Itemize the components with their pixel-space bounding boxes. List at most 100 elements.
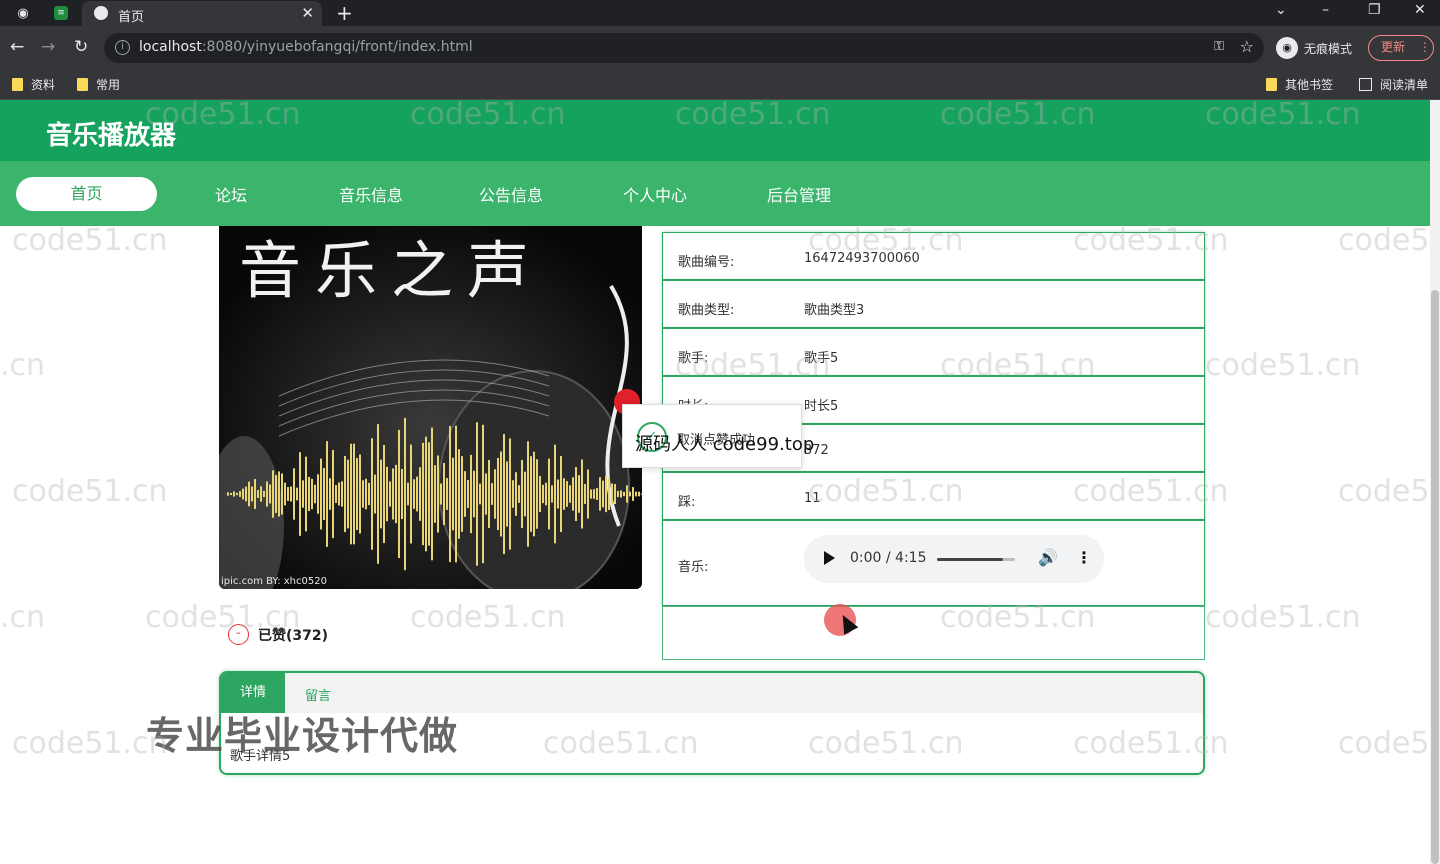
reading-list-icon (1359, 78, 1372, 91)
incognito-indicator[interactable]: ◉ 无痕模式 (1276, 35, 1352, 61)
waveform-bar (461, 456, 463, 532)
waveform-bar (590, 489, 592, 499)
update-button[interactable]: 更新 ⋮ (1368, 35, 1434, 61)
other-bookmarks[interactable]: 其他书签 (1266, 76, 1333, 93)
audio-player[interactable]: 0:00 / 4:15 🔊 ⋮ (804, 535, 1104, 583)
volume-icon[interactable]: 🔊 (1038, 548, 1058, 567)
reload-icon[interactable]: ↻ (74, 37, 88, 57)
watermark: code5 (1338, 474, 1430, 509)
scrollbar-thumb[interactable] (1431, 290, 1439, 864)
waveform-bar (527, 441, 529, 547)
row-music: 音乐: 0:00 / 4:15 🔊 ⋮ (662, 520, 1205, 606)
address-bar[interactable]: i localhost:8080/yinyuebofangqi/front/in… (104, 33, 1264, 63)
nav-home[interactable]: 首页 (16, 177, 157, 211)
waveform-bar (302, 480, 304, 508)
nav-forum[interactable]: 论坛 (215, 182, 247, 206)
tab-message[interactable]: 留言 (305, 685, 331, 704)
waveform-bar (365, 478, 367, 510)
waveform-bar (305, 456, 307, 532)
waveform-bar (386, 466, 388, 522)
waveform-bar (239, 491, 241, 497)
waveform-bar (368, 482, 370, 506)
nav-announcements[interactable]: 公告信息 (479, 182, 543, 206)
value-duration: 时长5 (804, 399, 839, 414)
label-music: 音乐: (678, 560, 709, 575)
waveform-bar (560, 456, 562, 532)
more-options-icon[interactable]: ⋮ (1076, 548, 1092, 567)
waveform-bar (263, 490, 265, 498)
nav-admin[interactable]: 后台管理 (767, 182, 831, 206)
waveform-bar (572, 477, 574, 511)
url-text[interactable]: localhost:8080/yinyuebofangqi/front/inde… (139, 39, 473, 55)
nav-personal-center[interactable]: 个人中心 (623, 182, 687, 206)
back-icon[interactable]: ← (10, 37, 24, 57)
waveform-bar (299, 452, 301, 536)
waveform-bar (539, 476, 541, 512)
waveform-bar (311, 478, 313, 510)
waveform-bar (617, 490, 619, 498)
waveform-bar (335, 485, 337, 503)
bookmark-folder-ziliao[interactable]: 资料 (12, 76, 55, 93)
password-key-icon[interactable]: ⚿ (1214, 39, 1224, 54)
new-tab-button[interactable]: + (336, 1, 353, 25)
tab-search-icon[interactable]: ⌄ (1275, 2, 1287, 18)
close-tab-icon[interactable]: ✕ (301, 4, 314, 22)
waveform-bar (494, 469, 496, 519)
waveform-bar (566, 481, 568, 507)
waveform-bar (413, 479, 415, 509)
value-dislikes: 11 (804, 491, 821, 506)
overlay-text: 源码人人 code99.top (635, 434, 815, 455)
watermark: code51.cn (1205, 600, 1361, 635)
waveform-bar (356, 457, 358, 531)
waveform-bar (614, 484, 616, 504)
reading-list[interactable]: 阅读清单 (1359, 76, 1428, 93)
waveform-bar (479, 483, 481, 505)
restore-icon[interactable]: ❐ (1368, 2, 1381, 18)
close-window-icon[interactable]: ✕ (1414, 2, 1426, 18)
waveform-bar (542, 484, 544, 504)
bookmark-star-icon[interactable]: ☆ (1240, 37, 1254, 56)
waveform-bar (380, 459, 382, 529)
waveform-bar (407, 482, 409, 506)
waveform-bar (452, 457, 454, 531)
smile-icon: ᵕ (228, 624, 249, 645)
minimize-icon[interactable]: – (1322, 2, 1329, 18)
waveform-bar (326, 441, 328, 547)
waveform-bar (227, 492, 229, 496)
like-button[interactable]: ᵕ 已赞(372) (228, 624, 328, 645)
pinned-tab-icon[interactable]: ≡ (54, 6, 68, 20)
folder-icon (12, 78, 23, 91)
forward-icon[interactable]: → (41, 37, 55, 57)
globe-icon (94, 6, 108, 20)
volume-slider[interactable] (937, 558, 1015, 561)
row-empty (662, 606, 1205, 660)
nav-music-info[interactable]: 音乐信息 (339, 182, 403, 206)
waveform-bar (371, 438, 373, 550)
browser-tab-strip: ◉ ≡ 首页 ✕ + ⌄ – ❐ ✕ (0, 0, 1440, 26)
waveform-bar (563, 478, 565, 510)
waveform-bar (569, 485, 571, 503)
waveform-bar (455, 425, 457, 563)
bookmark-folder-changyong[interactable]: 常用 (77, 76, 120, 93)
waveform-bar (506, 461, 508, 527)
waveform-bar (416, 476, 418, 512)
waveform-bar (545, 482, 547, 506)
waveform-bar (233, 491, 235, 497)
incognito-icon: ◉ (1276, 37, 1298, 59)
waveform-bar (548, 458, 550, 530)
site-info-icon[interactable]: i (115, 40, 130, 55)
waveform-bar (248, 481, 250, 507)
waveform-bar (521, 459, 523, 529)
tab-home[interactable]: 首页 ✕ (82, 1, 322, 26)
waveform-bar (428, 442, 430, 546)
browser-menu-icon[interactable]: ◉ (14, 4, 32, 22)
waveform-bar (593, 489, 595, 499)
cover-credit: ipic.com BY: xhc0520 (221, 576, 327, 587)
play-icon[interactable] (824, 551, 835, 565)
site-header: 音乐播放器 (0, 100, 1430, 161)
waveform-bar (602, 480, 604, 508)
waveform-bar (551, 485, 553, 503)
waveform-bar (245, 486, 247, 502)
waveform-bar (242, 488, 244, 500)
waveform-bar (611, 483, 613, 505)
